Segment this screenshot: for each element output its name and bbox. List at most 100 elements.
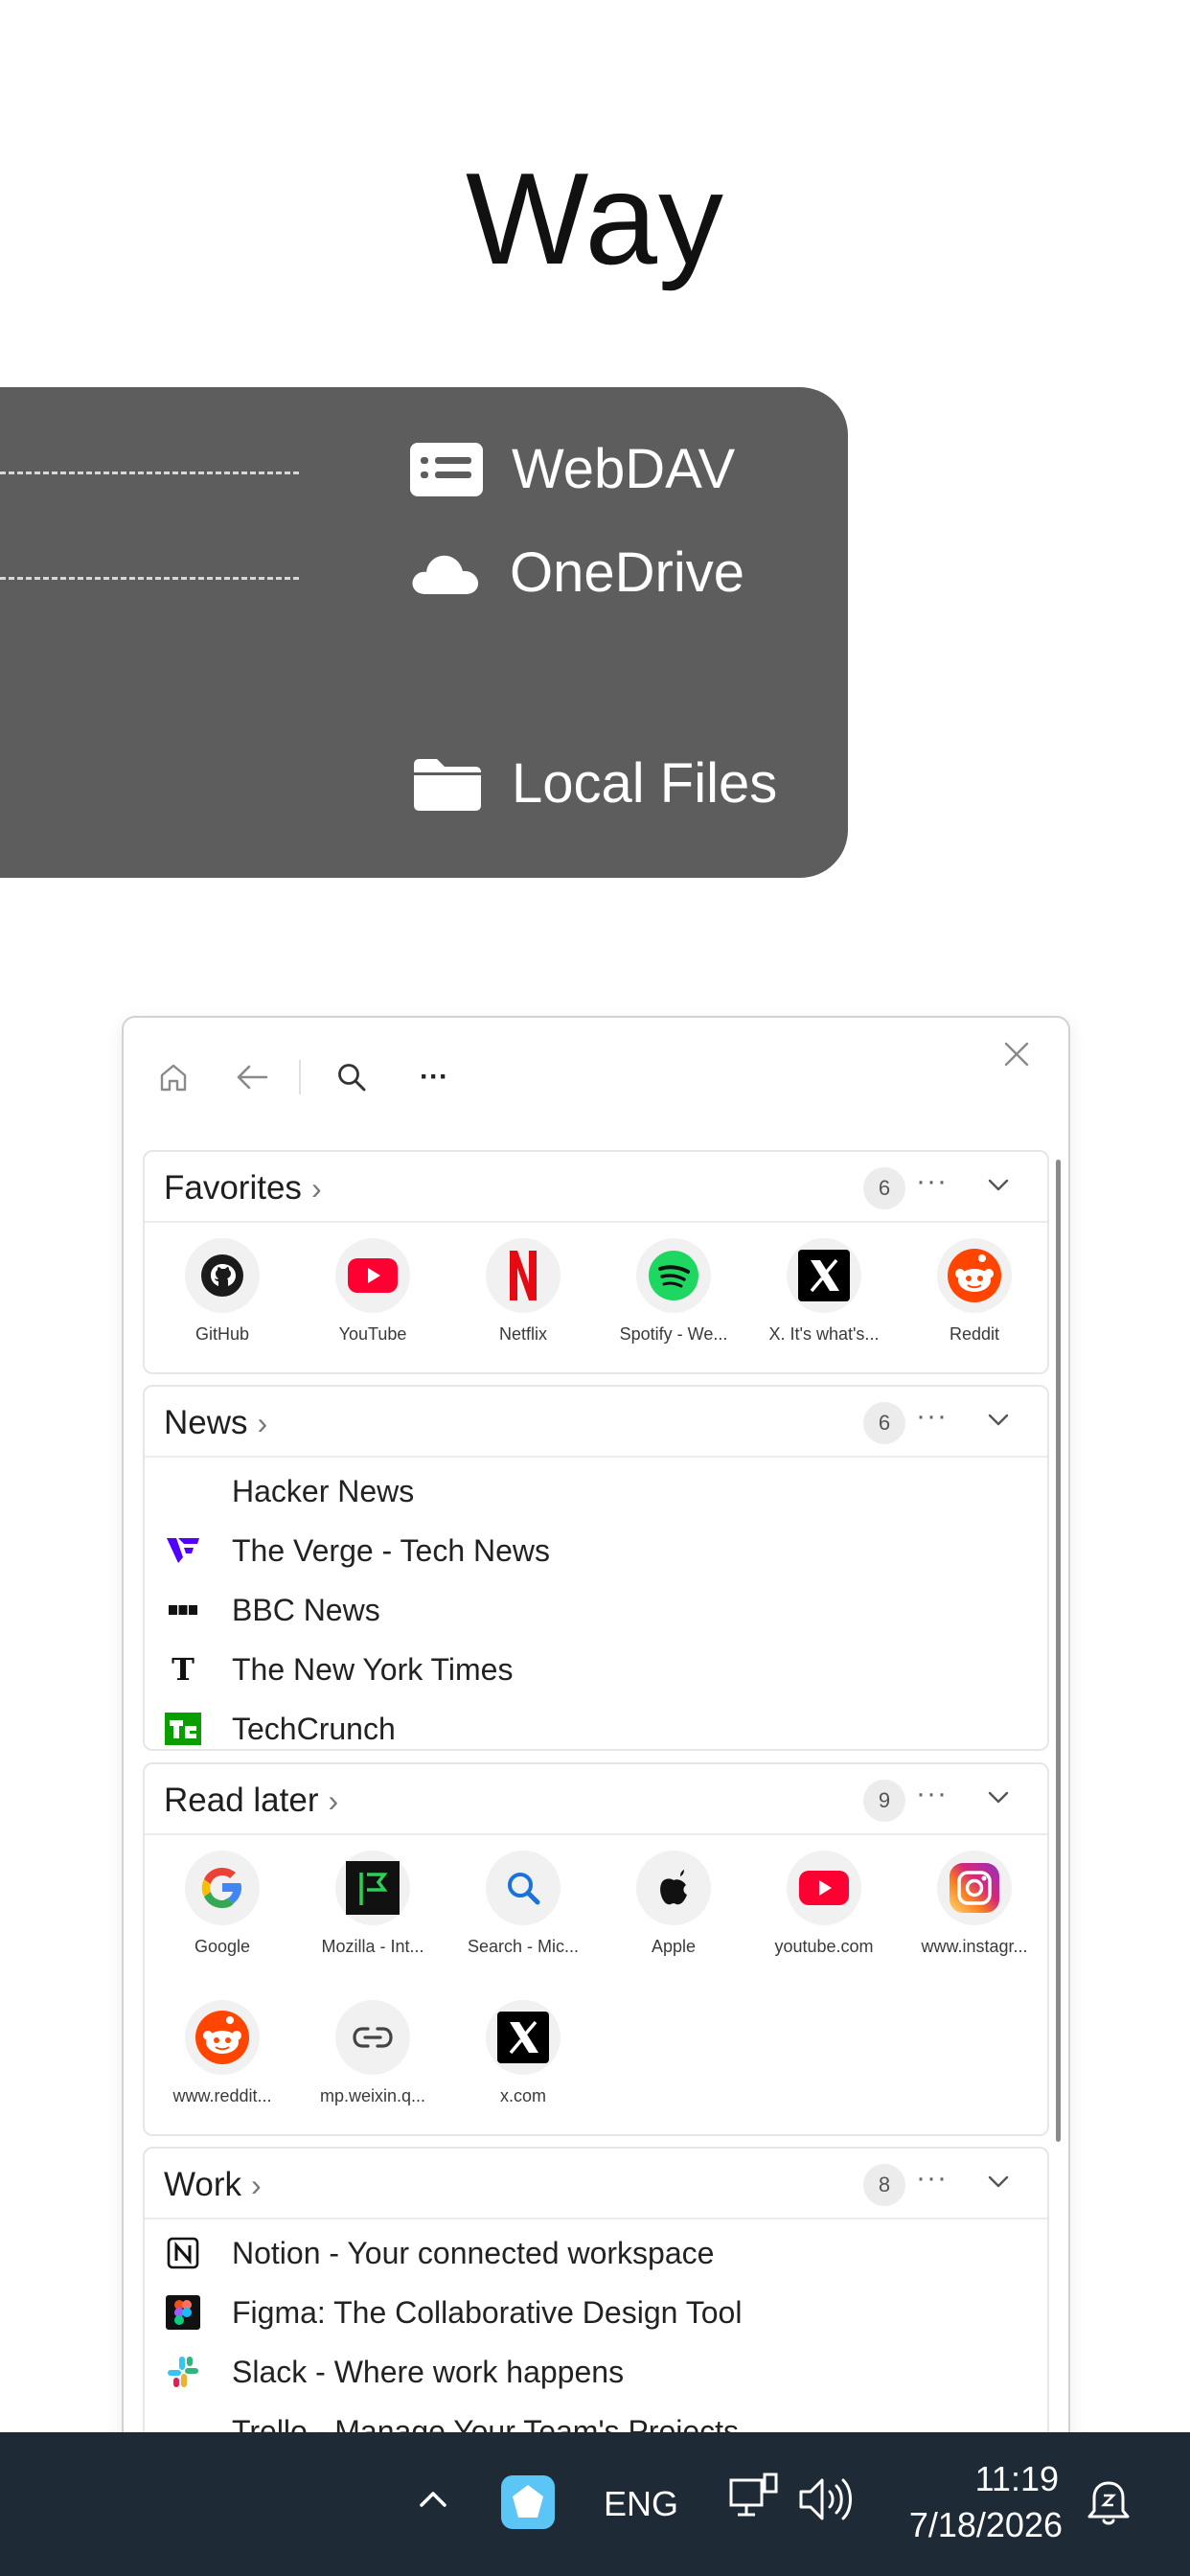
- volume-icon[interactable]: [797, 2474, 858, 2524]
- instagram-icon: [937, 1851, 1012, 1925]
- toolbar-divider: [299, 1060, 301, 1094]
- bookmark-apple[interactable]: Apple: [602, 1851, 745, 1957]
- home-button[interactable]: [152, 1056, 195, 1098]
- language-indicator[interactable]: ENG: [604, 2484, 678, 2524]
- bookmark-reddit-www[interactable]: www.reddit...: [150, 2000, 294, 2106]
- spotify-icon: [636, 1238, 711, 1313]
- section-title-label: Favorites: [164, 1169, 302, 1207]
- list-item-label: Hacker News: [232, 1473, 415, 1508]
- more-button[interactable]: ···: [413, 1056, 455, 1098]
- verge-icon: [164, 1531, 202, 1570]
- search-button[interactable]: [331, 1056, 373, 1098]
- bookmark-spotify[interactable]: Spotify - We...: [602, 1238, 745, 1345]
- apple-icon: [636, 1851, 711, 1925]
- section-more-button[interactable]: ···: [916, 1400, 948, 1433]
- section-title-label: Work: [164, 2166, 242, 2203]
- chevron-down-icon[interactable]: [984, 1406, 1013, 1435]
- window-toolbar: ···: [124, 1018, 1068, 1123]
- scrollbar[interactable]: [1056, 1160, 1061, 2142]
- github-icon: [185, 1238, 260, 1313]
- storage-item-onedrive: OneDrive: [408, 540, 744, 605]
- cloud-icon: [412, 555, 479, 594]
- connector-line: [0, 472, 299, 474]
- app-tray-icon[interactable]: [501, 2475, 555, 2529]
- storage-item-local-files: Local Files: [410, 751, 777, 816]
- bookmark-x-com[interactable]: x.com: [451, 2000, 595, 2106]
- list-item-label: TechCrunch: [232, 1711, 396, 1746]
- storage-options-panel: WebDAV OneDrive Local Files: [0, 387, 848, 878]
- chevron-down-icon[interactable]: [984, 2168, 1013, 2196]
- favorites-section: Favorites › 6 ··· GitHub YouTube Netflix …: [143, 1150, 1049, 1374]
- section-title-label: Read later: [164, 1782, 319, 1819]
- nyt-icon: T: [172, 1651, 195, 1688]
- list-item-techcrunch[interactable]: TechCrunch: [164, 1705, 396, 1753]
- windows-taskbar: ENG 11:19 7/18/2026: [0, 2432, 1190, 2576]
- list-item-hacker-news[interactable]: Hacker News: [164, 1467, 414, 1515]
- chevron-right-icon: ›: [251, 2168, 262, 2202]
- list-item-figma[interactable]: Figma: The Collaborative Design Tool: [164, 2288, 742, 2336]
- youtube-icon: [787, 1851, 861, 1925]
- section-title[interactable]: Favorites ›: [164, 1169, 322, 1208]
- bookmark-label: YouTube: [338, 1324, 407, 1344]
- section-more-button[interactable]: ···: [916, 2162, 948, 2195]
- count-badge: 8: [863, 2164, 905, 2206]
- storage-item-label: OneDrive: [510, 541, 744, 604]
- chevron-up-icon[interactable]: [410, 2476, 456, 2522]
- section-title[interactable]: Read later ›: [164, 1782, 338, 1820]
- clock-date[interactable]: 7/18/2026: [867, 2505, 1063, 2545]
- bookmark-x[interactable]: X. It's what's...: [752, 1238, 896, 1345]
- youtube-icon: [335, 1238, 410, 1313]
- network-icon[interactable]: [726, 2471, 782, 2526]
- back-button[interactable]: [231, 1056, 273, 1098]
- list-item-nyt[interactable]: T The New York Times: [164, 1645, 513, 1693]
- hero-title: Way: [466, 146, 724, 291]
- bookmark-youtube[interactable]: YouTube: [301, 1238, 445, 1345]
- storage-item-label: Local Files: [512, 752, 778, 815]
- bookmark-label: Apple: [651, 1937, 697, 1956]
- chevron-down-icon[interactable]: [984, 1783, 1013, 1812]
- bookmark-label: youtube.com: [774, 1937, 874, 1956]
- notion-icon: [164, 2234, 202, 2272]
- section-more-button[interactable]: ···: [916, 1778, 948, 1810]
- bookmark-weixin[interactable]: mp.weixin.q...: [301, 2000, 445, 2106]
- section-title[interactable]: Work ›: [164, 2166, 262, 2204]
- netflix-icon: [486, 1238, 561, 1313]
- home-icon: [160, 1064, 187, 1092]
- bookmark-reddit[interactable]: Reddit: [903, 1238, 1046, 1345]
- section-title[interactable]: News ›: [164, 1404, 267, 1442]
- connector-line: [0, 577, 299, 580]
- bookmark-label: www.instagr...: [921, 1937, 1028, 1956]
- section-title-label: News: [164, 1404, 248, 1441]
- list-item-notion[interactable]: Notion - Your connected workspace: [164, 2229, 714, 2277]
- notification-bell-icon[interactable]: [1085, 2474, 1133, 2528]
- read-later-section: Read later › 9 ··· Google Mozilla - Int..…: [143, 1762, 1049, 2136]
- list-item-slack[interactable]: Slack - Where work happens: [164, 2348, 624, 2396]
- bookmark-netflix[interactable]: Netflix: [451, 1238, 595, 1345]
- close-button[interactable]: [995, 1033, 1038, 1075]
- section-more-button[interactable]: ···: [916, 1165, 948, 1198]
- list-item-label: Figma: The Collaborative Design Tool: [232, 2294, 743, 2330]
- bookmark-google[interactable]: Google: [150, 1851, 294, 1957]
- list-item-label: BBC News: [232, 1592, 380, 1627]
- bookmark-instagram[interactable]: www.instagr...: [903, 1851, 1046, 1957]
- chevron-down-icon[interactable]: [984, 1171, 1013, 1200]
- bookmark-label: X. It's what's...: [768, 1324, 880, 1344]
- clock-time[interactable]: 11:19: [867, 2459, 1059, 2499]
- hacker-news-icon: [164, 1472, 202, 1510]
- webdav-icon: [410, 442, 483, 496]
- list-item-bbc-news[interactable]: BBC News: [164, 1586, 380, 1634]
- search-icon: [338, 1064, 366, 1092]
- chevron-right-icon: ›: [310, 1171, 322, 1206]
- list-item-label: The Verge - Tech News: [232, 1532, 551, 1568]
- bookmark-search-microsoft[interactable]: Search - Mic...: [451, 1851, 595, 1957]
- bookmark-mozilla[interactable]: Mozilla - Int...: [301, 1851, 445, 1957]
- list-item-the-verge[interactable]: The Verge - Tech News: [164, 1527, 550, 1575]
- bbc-icon: [164, 1591, 202, 1629]
- x-icon: [486, 2000, 561, 2075]
- reddit-icon: [185, 2000, 260, 2075]
- bookmark-github[interactable]: GitHub: [150, 1238, 294, 1345]
- bookmark-youtube-com[interactable]: youtube.com: [752, 1851, 896, 1957]
- search-icon: [486, 1851, 561, 1925]
- bookmark-label: Mozilla - Int...: [321, 1937, 424, 1956]
- folder-icon: [414, 758, 481, 811]
